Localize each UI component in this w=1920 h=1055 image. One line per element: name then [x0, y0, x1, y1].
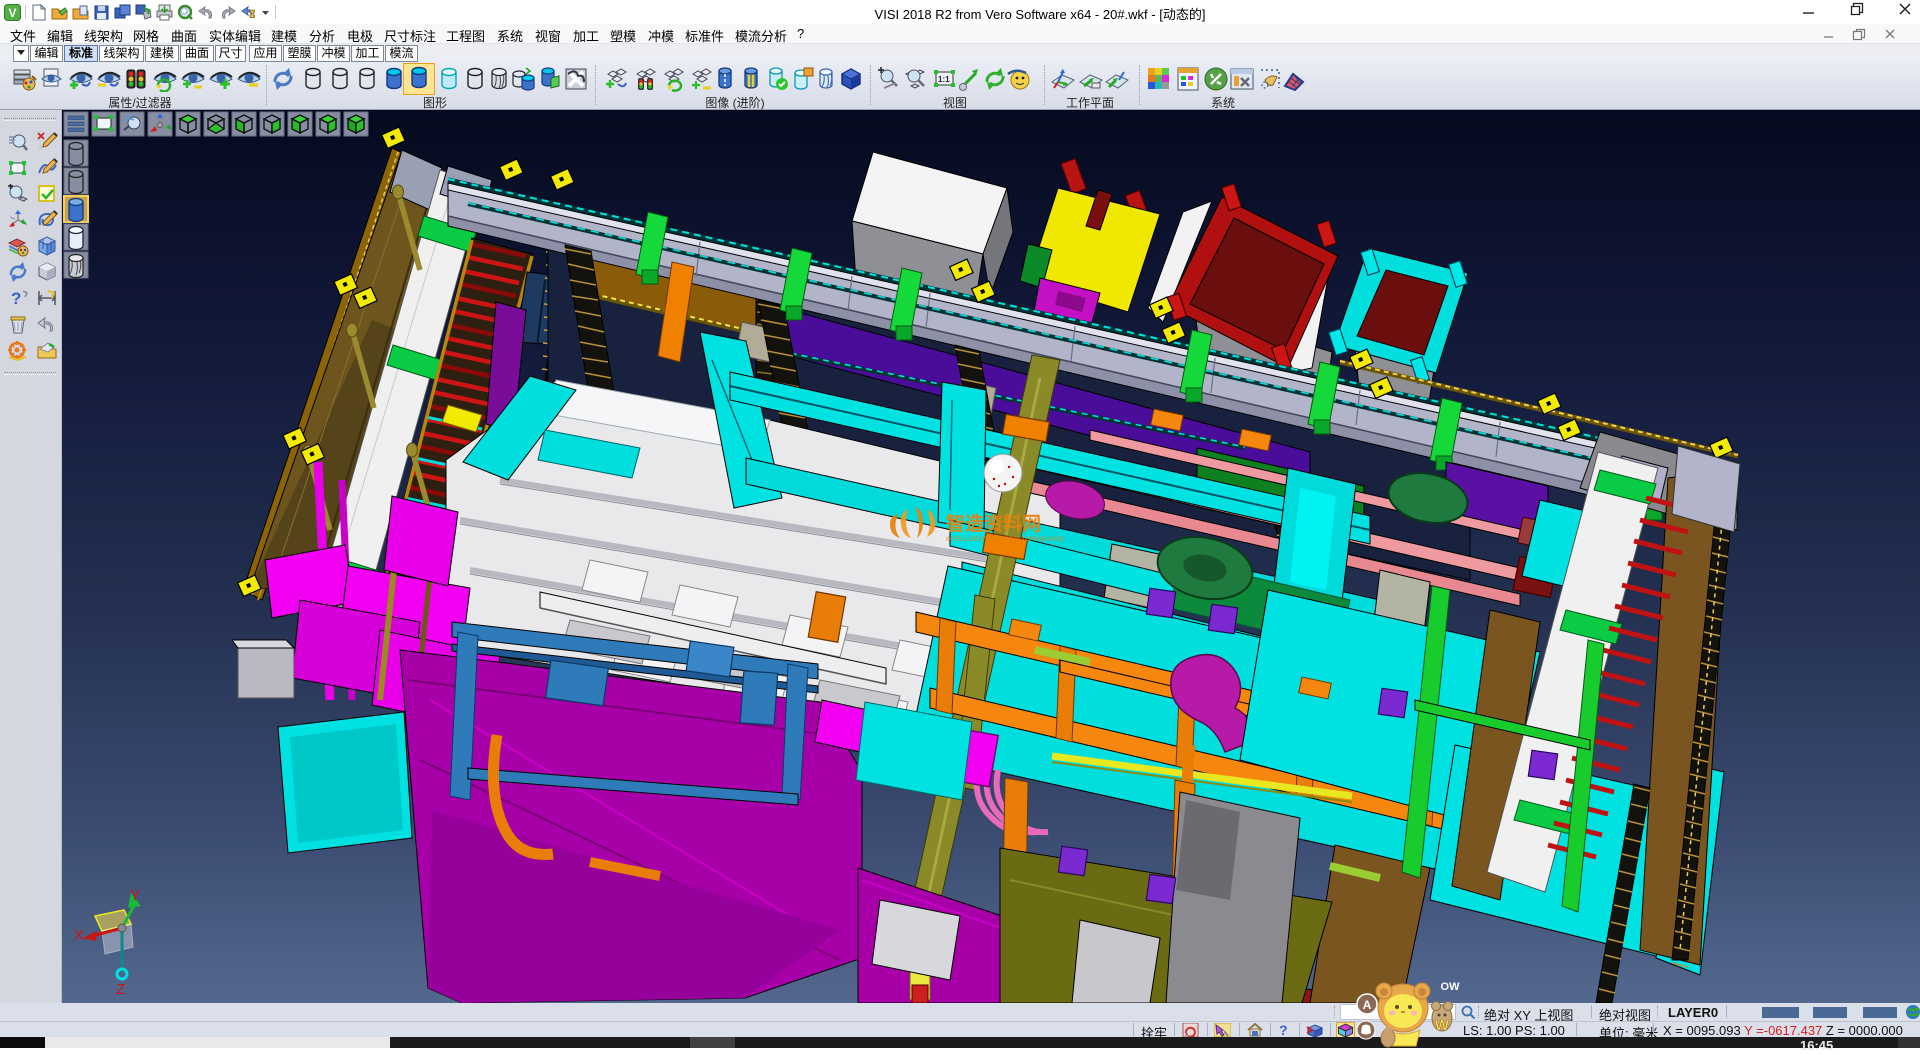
svg-text:X: X [74, 927, 84, 944]
svg-text:Y: Y [130, 887, 140, 904]
svg-text:智造资料网: 智造资料网 [946, 512, 1041, 535]
svg-text:INTELLIGENT MANUFACTURING DATA: INTELLIGENT MANUFACTURING DATA [946, 536, 1065, 543]
svg-text:OW: OW [1441, 981, 1461, 993]
svg-text:?: ? [11, 289, 21, 308]
svg-text:A: A [1363, 998, 1372, 1012]
svg-text:1:1: 1:1 [938, 75, 950, 84]
svg-text:V: V [8, 6, 16, 20]
svg-text:Z: Z [116, 981, 125, 998]
svg-text:W: W [1435, 1017, 1450, 1034]
